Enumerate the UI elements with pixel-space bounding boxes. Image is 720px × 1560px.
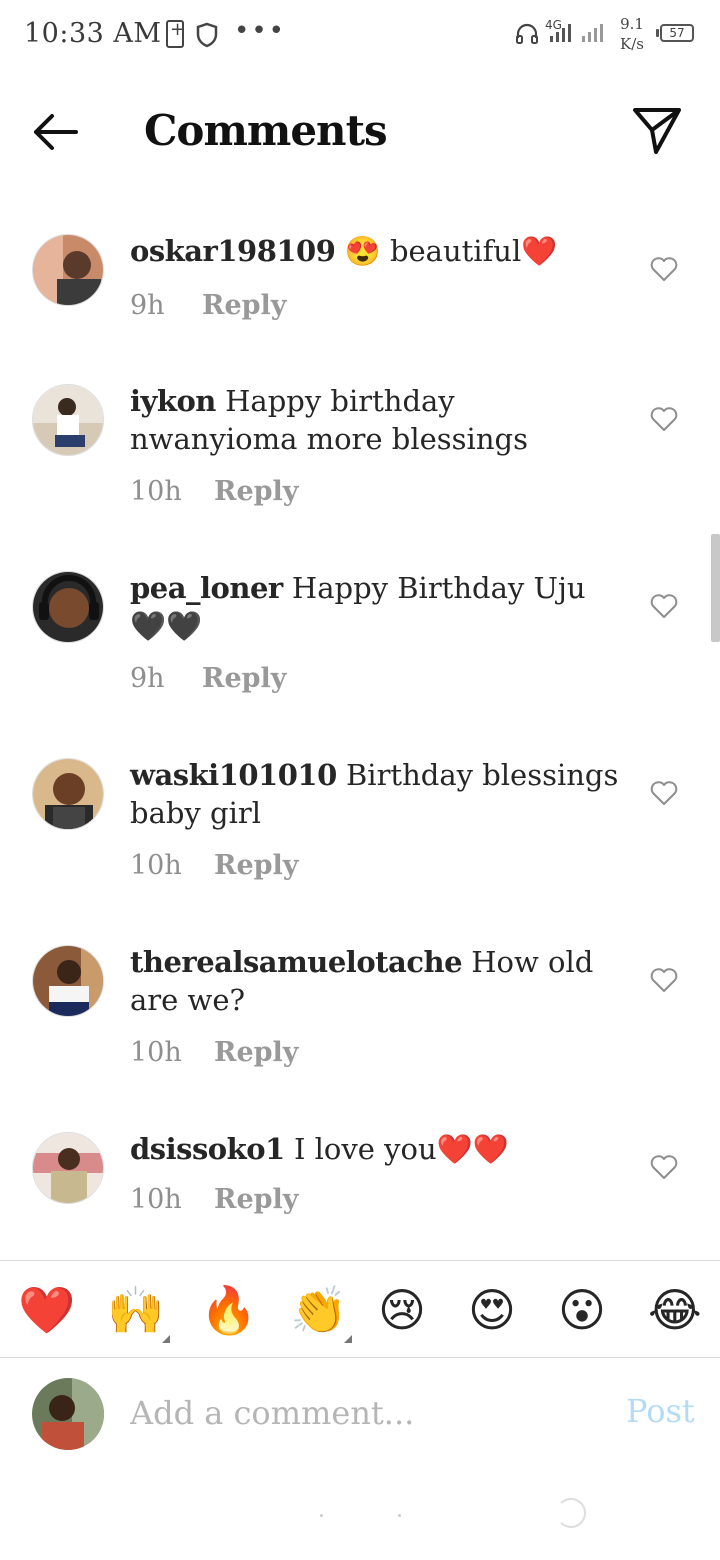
comment-text: waski101010 Birthday blessings baby girl xyxy=(130,756,620,832)
like-button[interactable] xyxy=(650,1154,678,1180)
reply-button[interactable]: Reply xyxy=(214,850,298,881)
network-speed-value: 9.1 xyxy=(620,15,644,33)
avatar[interactable] xyxy=(32,234,104,306)
comment-text: therealsamuelotache How old are we? xyxy=(130,943,620,1019)
comment-input[interactable] xyxy=(130,1388,590,1438)
comment-username[interactable]: therealsamuelotache xyxy=(130,945,463,979)
avatar[interactable] xyxy=(32,758,104,830)
comment-text: dsissoko1 I love you❤️❤️ xyxy=(130,1130,620,1168)
comment-text: pea_loner Happy Birthday Uju 🖤🖤 xyxy=(130,569,620,645)
comment-time: 10h xyxy=(130,476,182,507)
heart-outline-icon xyxy=(650,1155,678,1179)
emoji-laughing-button[interactable]: 😂 xyxy=(648,1283,702,1337)
comment-meta: 9h Reply xyxy=(130,663,286,694)
paper-plane-icon xyxy=(633,108,681,154)
emoji-fire-button[interactable]: 🔥 xyxy=(200,1283,257,1337)
comment-message: 😍 beautiful❤️ xyxy=(335,234,558,268)
signal-icon xyxy=(550,24,571,42)
reply-button[interactable]: Reply xyxy=(202,290,286,321)
skin-tone-indicator xyxy=(162,1335,170,1343)
like-button[interactable] xyxy=(650,967,678,993)
reply-button[interactable]: Reply xyxy=(202,663,286,694)
avatar[interactable] xyxy=(32,571,104,643)
network-speed: 9.1 K/s xyxy=(614,14,650,54)
home-indicator[interactable] xyxy=(556,1498,586,1528)
comment-meta: 10h Reply xyxy=(130,476,298,507)
emoji-heart-button[interactable]: ❤️ xyxy=(18,1283,75,1337)
like-button[interactable] xyxy=(650,256,678,282)
comment-time: 10h xyxy=(130,1037,182,1068)
emoji-clap-button[interactable]: 👏 xyxy=(290,1283,347,1337)
back-button[interactable] xyxy=(28,108,84,156)
like-button[interactable] xyxy=(650,593,678,619)
skin-tone-indicator xyxy=(344,1335,352,1343)
avatar-image xyxy=(33,1133,103,1203)
comment-time: 10h xyxy=(130,850,182,881)
comment-text: oskar198109 😍 beautiful❤️ xyxy=(130,232,620,270)
reply-button[interactable]: Reply xyxy=(214,476,298,507)
comment-username[interactable]: waski101010 xyxy=(130,758,337,792)
network-speed-unit: K/s xyxy=(620,35,644,53)
comment-time: 10h xyxy=(130,1184,182,1215)
heart-outline-icon xyxy=(650,781,678,805)
comment-username[interactable]: iykon xyxy=(130,384,216,418)
comment-composer: Post xyxy=(0,1358,720,1468)
avatar-image xyxy=(33,572,103,642)
comment-meta: 9h Reply xyxy=(130,290,286,321)
reply-button[interactable]: Reply xyxy=(214,1184,298,1215)
status-time: 10:33 AM xyxy=(24,18,162,49)
page-title: Comments xyxy=(144,106,388,155)
avatar-image xyxy=(33,235,103,305)
comment-text: iykon Happy birthday nwanyioma more bles… xyxy=(130,382,620,458)
comment-time: 9h xyxy=(130,290,165,321)
emoji-cry-button[interactable]: 😢 xyxy=(378,1283,426,1337)
avatar[interactable] xyxy=(32,384,104,456)
comment-message: I love you❤️❤️ xyxy=(284,1132,509,1166)
comment-meta: 10h Reply xyxy=(130,1184,298,1215)
heart-outline-icon xyxy=(650,407,678,431)
heart-outline-icon xyxy=(650,968,678,992)
arrow-left-icon xyxy=(34,114,78,150)
nav-dot xyxy=(398,1514,401,1517)
avatar xyxy=(32,1378,104,1450)
comment-username[interactable]: dsissoko1 xyxy=(130,1132,285,1166)
avatar[interactable] xyxy=(32,945,104,1017)
like-button[interactable] xyxy=(650,780,678,806)
avatar-image xyxy=(33,385,103,455)
avatar[interactable] xyxy=(32,1132,104,1204)
heart-outline-icon xyxy=(650,594,678,618)
comment-meta: 10h Reply xyxy=(130,1037,298,1068)
emoji-heart-eyes-button[interactable]: 😍 xyxy=(468,1283,516,1337)
headset-icon xyxy=(516,23,538,44)
scrollbar[interactable] xyxy=(711,534,720,642)
like-button[interactable] xyxy=(650,406,678,432)
reply-button[interactable]: Reply xyxy=(214,1037,298,1068)
avatar-image xyxy=(33,759,103,829)
emoji-surprised-button[interactable]: 😮 xyxy=(558,1283,606,1337)
comment-time: 9h xyxy=(130,663,165,694)
emoji-raised-hands-button[interactable]: 🙌 xyxy=(107,1283,164,1337)
nav-dot xyxy=(320,1514,323,1517)
header: Comments xyxy=(0,90,720,180)
battery-icon: 57 xyxy=(656,24,694,42)
share-button[interactable] xyxy=(630,104,684,158)
avatar-image xyxy=(32,1378,104,1450)
battery-saver-icon xyxy=(166,19,185,48)
more-notifications-icon: ••• xyxy=(234,16,287,46)
avatar-image xyxy=(33,946,103,1016)
post-button[interactable]: Post xyxy=(626,1392,695,1430)
comment-meta: 10h Reply xyxy=(130,850,298,881)
shield-icon xyxy=(196,22,218,48)
signal-icon-2 xyxy=(582,24,603,42)
comment-username[interactable]: pea_loner xyxy=(130,571,283,605)
status-bar: 10:33 AM ••• 4G 9.1 K/s 57 xyxy=(0,0,720,72)
heart-outline-icon xyxy=(650,257,678,281)
comment-username[interactable]: oskar198109 xyxy=(130,234,336,268)
emoji-quick-bar: ❤️ 🙌 🔥 👏 😢 😍 😮 😂 xyxy=(0,1260,720,1358)
